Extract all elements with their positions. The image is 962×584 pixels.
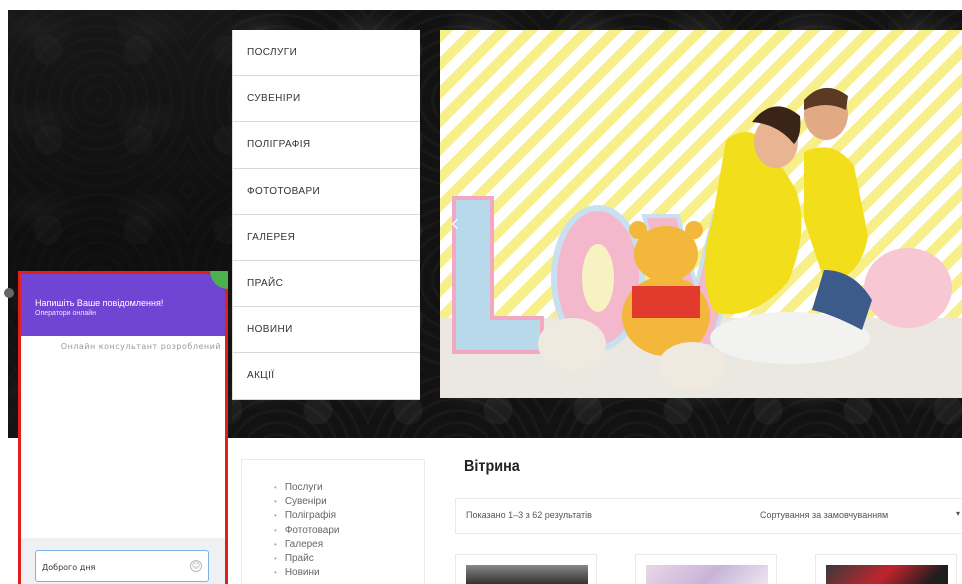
chat-message-input[interactable]: Доброго дня ☺ <box>35 550 209 582</box>
chat-toggle-handle[interactable] <box>4 288 14 298</box>
chat-title: Напишіть Ваше повідомлення! <box>35 298 164 308</box>
chat-footer: Доброго дня ☺ <box>21 538 225 584</box>
chat-input-value: Доброго дня <box>42 563 96 572</box>
menu-item-souvenirs[interactable]: СУВЕНІРИ <box>233 76 420 123</box>
hero-photo-illustration <box>440 87 962 398</box>
category-link-news[interactable]: Новини <box>274 566 340 580</box>
product-card[interactable] <box>815 554 957 584</box>
chevron-down-icon[interactable]: ▾ <box>956 509 960 518</box>
product-card[interactable] <box>455 554 597 584</box>
category-list: Послуги Сувеніри Поліграфія Фототовари Г… <box>274 481 340 580</box>
category-link-services[interactable]: Послуги <box>274 481 340 495</box>
product-image[interactable] <box>646 565 768 584</box>
menu-item-printing[interactable]: ПОЛІГРАФІЯ <box>233 122 420 169</box>
smiley-icon[interactable]: ☺ <box>190 560 202 572</box>
hero-slide-photo[interactable]: ‹ <box>440 30 962 398</box>
menu-item-gallery[interactable]: ГАЛЕРЕЯ <box>233 215 420 261</box>
results-count: Показано 1–3 з 62 результатів <box>466 510 592 520</box>
product-image[interactable] <box>466 565 588 584</box>
chat-status: Оператори онлайн <box>35 310 97 317</box>
category-link-souvenirs[interactable]: Сувеніри <box>274 495 340 509</box>
product-image[interactable] <box>826 565 948 584</box>
menu-item-news[interactable]: НОВИНИ <box>233 307 420 354</box>
menu-item-services[interactable]: ПОСЛУГИ <box>233 30 420 77</box>
shop-title: Вітрина <box>464 458 520 475</box>
category-link-price[interactable]: Прайс <box>274 552 340 566</box>
sort-select[interactable]: Сортування за замовчуванням <box>760 510 888 520</box>
category-link-gallery[interactable]: Галерея <box>274 538 340 552</box>
chat-header[interactable]: Напишіть Ваше повідомлення! Оператори он… <box>21 271 228 336</box>
category-widget: Послуги Сувеніри Поліграфія Фототовари Г… <box>241 459 425 584</box>
menu-item-promotions[interactable]: АКЦІЇ <box>233 353 420 400</box>
product-card[interactable] <box>635 554 777 584</box>
online-status-icon <box>210 271 228 289</box>
menu-item-photo-goods[interactable]: ФОТОТОВАРИ <box>233 169 420 215</box>
main-menu: ПОСЛУГИ СУВЕНІРИ ПОЛІГРАФІЯ ФОТОТОВАРИ Г… <box>232 30 420 400</box>
shop-toolbar: Показано 1–3 з 62 результатів Сортування… <box>455 498 962 534</box>
slider-prev-arrow-icon[interactable]: ‹ <box>450 208 468 238</box>
chat-credit-link[interactable]: Онлайн консультант розроблений <box>61 342 221 351</box>
category-link-photo-goods[interactable]: Фототовари <box>274 524 340 538</box>
chat-widget: Напишіть Ваше повідомлення! Оператори он… <box>18 271 228 584</box>
menu-item-price[interactable]: ПРАЙС <box>233 261 420 308</box>
page: ПОСЛУГИ СУВЕНІРИ ПОЛІГРАФІЯ ФОТОТОВАРИ Г… <box>0 0 962 584</box>
category-link-printing[interactable]: Поліграфія <box>274 509 340 523</box>
